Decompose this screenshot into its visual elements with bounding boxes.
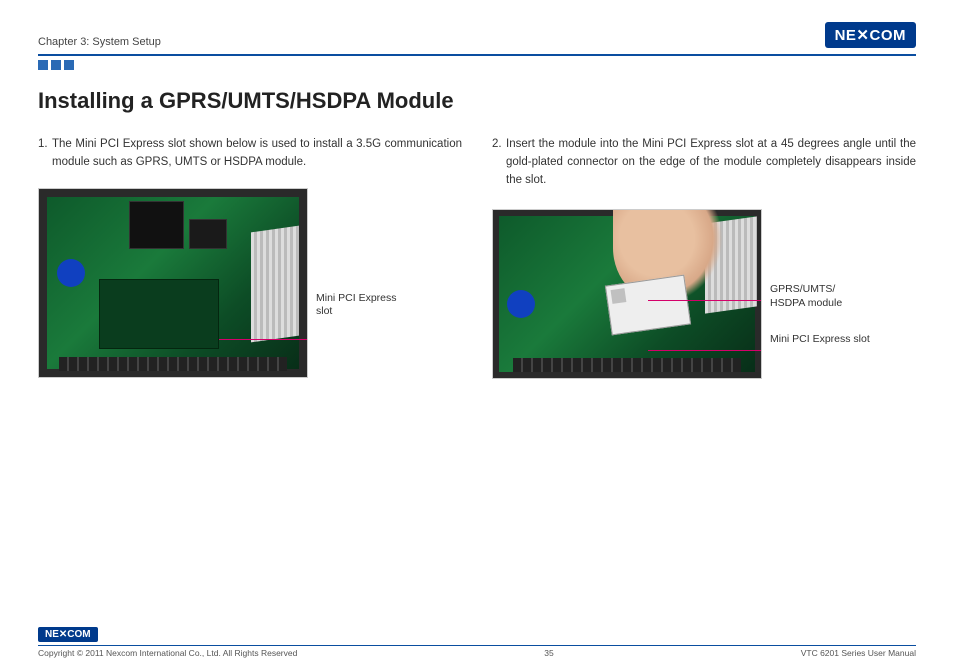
figure-1-label-slot: Mini PCI Express slot: [316, 292, 406, 319]
figure-2-board-photo: [492, 209, 762, 379]
chapter-label: Chapter 3: System Setup: [38, 36, 161, 48]
step-1-text: The Mini PCI Express slot shown below is…: [52, 136, 462, 172]
column-right: 2. Insert the module into the Mini PCI E…: [492, 136, 916, 379]
page-number: 35: [544, 648, 553, 658]
footer-rule: [38, 645, 916, 647]
page-title: Installing a GPRS/UMTS/HSDPA Module: [38, 88, 916, 114]
step-2-text: Insert the module into the Mini PCI Expr…: [506, 136, 916, 189]
step-1-number: 1.: [38, 136, 52, 172]
step-2-number: 2.: [492, 136, 506, 189]
figure-1-board-photo: [38, 188, 308, 378]
column-left: 1. The Mini PCI Express slot shown below…: [38, 136, 462, 379]
decoration-squares: [38, 60, 916, 70]
header-rule: [38, 54, 916, 56]
brand-logo-top: NE✕COM: [825, 22, 916, 48]
copyright-text: Copyright © 2011 Nexcom International Co…: [38, 648, 297, 658]
figure-2-label-slot: Mini PCI Express slot: [770, 333, 870, 347]
brand-logo-bottom: NE✕COM: [38, 627, 98, 642]
leader-line: [648, 300, 762, 301]
leader-line: [219, 339, 308, 340]
figure-2-label-module: GPRS/UMTS/ HSDPA module: [770, 283, 870, 310]
doc-title: VTC 6201 Series User Manual: [801, 648, 916, 658]
leader-line: [648, 350, 762, 351]
